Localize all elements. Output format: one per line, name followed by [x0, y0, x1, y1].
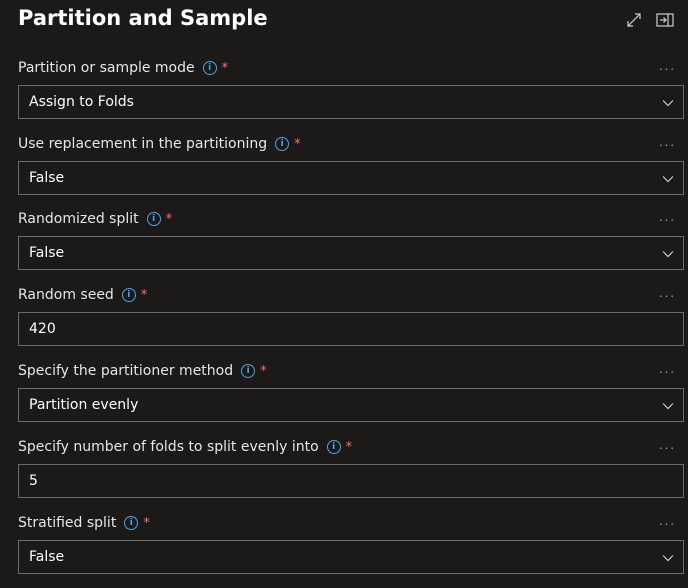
field-label: Random seed	[18, 287, 114, 303]
required-marker: *	[221, 60, 229, 76]
field-label-row: Partition or sample mode i *	[18, 57, 228, 79]
field-label: Use replacement in the partitioning	[18, 136, 268, 152]
dropdown-value: False	[29, 245, 65, 261]
more-icon[interactable]: ···	[655, 287, 679, 303]
input-value: 420	[29, 321, 56, 337]
info-icon[interactable]: i	[146, 212, 161, 226]
chevron-down-icon	[662, 100, 674, 107]
field-label: Partition or sample mode	[18, 60, 195, 76]
field-label-row: Randomized split i *	[18, 208, 172, 230]
panel-header: Partition and Sample	[0, 0, 688, 44]
randomized-split-dropdown[interactable]: False	[18, 236, 684, 270]
partition-mode-dropdown[interactable]: Assign to Folds	[18, 85, 684, 119]
info-icon[interactable]: i	[202, 61, 217, 75]
dropdown-value: False	[29, 549, 65, 565]
info-icon[interactable]: i	[124, 516, 139, 530]
required-marker: *	[143, 515, 150, 531]
expand-icon[interactable]	[624, 10, 644, 30]
chevron-down-icon	[662, 555, 674, 562]
more-icon[interactable]: ···	[655, 60, 679, 76]
info-icon[interactable]: i	[121, 288, 136, 302]
field-label-row: Specify number of folds to split evenly …	[18, 436, 352, 458]
field-label: Randomized split	[18, 211, 139, 227]
more-icon[interactable]: ···	[655, 439, 679, 455]
random-seed-input[interactable]: 420	[18, 312, 684, 346]
more-icon[interactable]: ···	[655, 211, 679, 227]
info-icon[interactable]: i	[326, 440, 341, 454]
dropdown-value: Assign to Folds	[29, 94, 134, 110]
info-icon[interactable]: i	[275, 137, 290, 151]
required-marker: *	[345, 439, 353, 455]
properties-panel: Partition and Sample Partition or sample…	[0, 0, 688, 588]
more-icon[interactable]: ···	[655, 363, 679, 379]
field-label: Stratified split	[18, 515, 117, 531]
field-label-row: Random seed i *	[18, 284, 147, 306]
number-of-folds-input[interactable]: 5	[18, 464, 684, 498]
field-label-row: Use replacement in the partitioning i *	[18, 133, 301, 155]
more-icon[interactable]: ···	[655, 136, 679, 152]
input-value: 5	[29, 473, 38, 489]
required-marker: *	[165, 211, 173, 227]
dropdown-value: False	[29, 170, 65, 186]
chevron-down-icon	[662, 176, 674, 183]
required-marker: *	[140, 287, 148, 303]
partitioner-method-dropdown[interactable]: Partition evenly	[18, 388, 684, 422]
dropdown-value: Partition evenly	[29, 397, 139, 413]
required-marker: *	[260, 363, 267, 379]
field-label: Specify the partitioner method	[18, 363, 234, 379]
panel-title: Partition and Sample	[18, 6, 268, 30]
stratified-split-dropdown[interactable]: False	[18, 540, 684, 574]
info-icon[interactable]: i	[241, 364, 256, 378]
use-replacement-dropdown[interactable]: False	[18, 161, 684, 195]
field-label-row: Stratified split i *	[18, 512, 150, 534]
collapse-panel-icon[interactable]	[655, 10, 675, 30]
chevron-down-icon	[662, 251, 674, 258]
field-label: Specify number of folds to split evenly …	[18, 439, 319, 455]
chevron-down-icon	[662, 403, 674, 410]
field-label-row: Specify the partitioner method i *	[18, 360, 267, 382]
required-marker: *	[294, 136, 301, 152]
more-icon[interactable]: ···	[655, 515, 679, 531]
